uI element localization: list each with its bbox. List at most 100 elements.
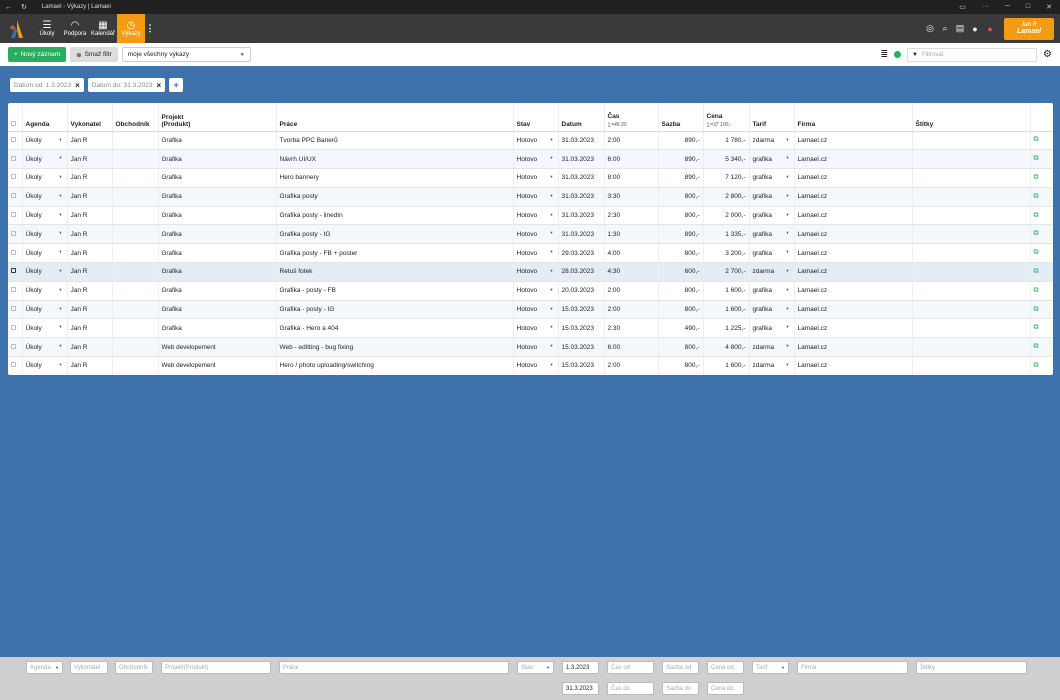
col-cas[interactable]: Čas ∑=46:30: [604, 103, 659, 132]
bottom-filter-cas-do[interactable]: Čas do: [607, 682, 654, 695]
cell-projekt[interactable]: Grafika: [158, 187, 277, 207]
cell-datum[interactable]: 15.03.2023: [558, 356, 605, 375]
cell-cena[interactable]: 7 120,-: [703, 168, 750, 188]
cell-cena[interactable]: 1 225,-: [703, 318, 750, 339]
cell-stitky[interactable]: [912, 149, 1031, 170]
cell-cas[interactable]: 4:00: [604, 243, 659, 264]
table-row[interactable]: Úkoly ▼ Jan R Grafika Retuš fotek Hotovo ▼ 28.0…: [8, 262, 1053, 282]
cell-cas[interactable]: 8:00: [604, 168, 659, 188]
bottom-filter-cena-od[interactable]: Cena od: [707, 661, 744, 674]
bottom-filter-projekt[interactable]: Projekt(Produkt): [161, 661, 271, 674]
cell-datum[interactable]: 29.03.2023: [558, 243, 605, 264]
cell-agenda[interactable]: Úkoly ▼: [22, 168, 68, 188]
copy-icon[interactable]: ⧉: [1034, 155, 1039, 162]
maximize-button[interactable]: □: [1026, 3, 1030, 11]
cell-cena[interactable]: 1 600,-: [703, 356, 750, 375]
cell-stav[interactable]: Hotovo ▼: [513, 131, 559, 151]
cell-datum[interactable]: 31.03.2023: [558, 168, 605, 188]
cell-vykonatel[interactable]: Jan R: [67, 356, 113, 375]
chat-icon[interactable]: ●: [970, 24, 980, 34]
cell-tarif[interactable]: grafika ▼: [749, 206, 795, 226]
bottom-filter-datum-od[interactable]: 1.3.2023: [562, 661, 599, 674]
bottom-filter-prace[interactable]: Práce: [279, 661, 509, 674]
select-all-checkbox[interactable]: [11, 120, 16, 126]
cell-obchodnik[interactable]: [112, 318, 159, 339]
cell-sazba[interactable]: 890,-: [658, 224, 704, 245]
cell-prace[interactable]: Tvorba PPC Banerů: [276, 131, 514, 151]
cell-cas[interactable]: 6:00: [604, 149, 659, 170]
row-select-cell[interactable]: [8, 168, 23, 188]
row-checkbox[interactable]: [11, 324, 16, 330]
cell-stav[interactable]: Hotovo ▼: [513, 224, 559, 245]
cell-vykonatel[interactable]: Jan R: [67, 318, 113, 339]
cell-vykonatel[interactable]: Jan R: [67, 243, 113, 264]
bottom-filter-vykonatel[interactable]: Vykonatel: [70, 661, 108, 674]
add-filter-button[interactable]: +: [169, 78, 184, 92]
copy-icon[interactable]: ⧉: [1034, 174, 1039, 181]
col-prace[interactable]: Práce: [276, 103, 514, 132]
cell-cas[interactable]: 2:00: [604, 131, 659, 151]
cell-prace[interactable]: Grafika - Hero a 404: [276, 318, 514, 339]
cell-datum[interactable]: 31.03.2023: [558, 224, 605, 245]
cell-stitky[interactable]: [912, 187, 1031, 207]
cell-obchodnik[interactable]: [112, 356, 159, 375]
search-icon[interactable]: ⌕: [940, 23, 950, 34]
copy-icon[interactable]: ⧉: [1034, 268, 1039, 275]
new-record-button[interactable]: + Nový záznam: [8, 47, 67, 62]
cell-agenda[interactable]: Úkoly ▼: [22, 206, 68, 226]
cell-stitky[interactable]: [912, 243, 1031, 264]
cell-agenda[interactable]: Úkoly ▼: [22, 300, 68, 320]
cell-firma[interactable]: Lamael.cz: [794, 168, 913, 188]
table-row[interactable]: Úkoly ▼ Jan R Grafika Grafika posty - linedI…: [8, 206, 1053, 226]
copy-icon[interactable]: ⧉: [1034, 343, 1039, 350]
cell-stitky[interactable]: [912, 318, 1031, 339]
cell-vykonatel[interactable]: Jan R: [67, 187, 113, 207]
cell-firma[interactable]: Lamael.cz: [794, 337, 913, 358]
cell-obchodnik[interactable]: [112, 131, 159, 151]
cell-datum[interactable]: 31.03.2023: [558, 149, 605, 170]
table-row[interactable]: Úkoly ▼ Jan R Grafika Návrh UI/UX Hotovo ▼ 31.0…: [8, 149, 1053, 170]
bottom-filter-stitky[interactable]: Štítky: [916, 661, 1027, 674]
table-row[interactable]: Úkoly ▼ Jan R Grafika Grafika posty - IG Hoto…: [8, 224, 1053, 245]
cell-tarif[interactable]: grafika ▼: [749, 243, 795, 264]
table-row[interactable]: Úkoly ▼ Jan R Grafika Grafika posty Hotovo ▼ 31…: [8, 187, 1053, 207]
cell-sazba[interactable]: 800,-: [658, 187, 704, 207]
select-all-header[interactable]: [8, 103, 23, 132]
cell-cena[interactable]: 1 600,-: [703, 281, 750, 301]
copy-icon[interactable]: ⧉: [1034, 249, 1039, 256]
cell-sazba[interactable]: 490,-: [658, 318, 704, 339]
cell-firma[interactable]: Lamael.cz: [794, 187, 913, 207]
cell-projekt[interactable]: Grafika: [158, 131, 277, 151]
cell-datum[interactable]: 15.03.2023: [558, 318, 605, 339]
cell-cas[interactable]: 2:00: [604, 300, 659, 320]
row-checkbox[interactable]: [11, 287, 16, 293]
bottom-filter-firma[interactable]: Firma: [797, 661, 908, 674]
cell-projekt[interactable]: Grafika: [158, 318, 277, 339]
row-select-cell[interactable]: [8, 206, 23, 226]
col-stitky[interactable]: Štítky: [912, 103, 1031, 132]
table-row[interactable]: Úkoly ▼ Jan R Web developement Web - edittin…: [8, 337, 1053, 358]
row-checkbox[interactable]: [11, 306, 16, 312]
col-obchodnik[interactable]: Obchodník: [112, 103, 159, 132]
cell-prace[interactable]: Grafika posty - IG: [276, 224, 514, 245]
cell-cena[interactable]: 1 600,-: [703, 300, 750, 320]
cast-icon[interactable]: ▭: [959, 3, 966, 11]
cell-firma[interactable]: Lamael.cz: [794, 281, 913, 301]
cell-cena[interactable]: 2 700,-: [703, 262, 750, 282]
cell-cas[interactable]: 2:00: [604, 356, 659, 375]
cell-tarif[interactable]: zdarma ▼: [749, 356, 795, 375]
copy-icon[interactable]: ⧉: [1034, 136, 1039, 143]
nav-item-vykazy[interactable]: ◷ Výkazy: [117, 14, 145, 43]
cell-sazba[interactable]: 890,-: [658, 131, 704, 151]
table-row[interactable]: Úkoly ▼ Jan R Web developement Hero / photo …: [8, 356, 1053, 375]
clear-filter-button[interactable]: ⊗ Smaž filtr: [70, 47, 118, 62]
table-row[interactable]: Úkoly ▼ Jan R Grafika Tvorba PPC Banerů Hotov…: [8, 131, 1053, 151]
cell-datum[interactable]: 31.03.2023: [558, 131, 605, 151]
row-select-cell[interactable]: [8, 356, 23, 375]
back-icon[interactable]: ←: [5, 4, 12, 11]
cell-projekt[interactable]: Web developement: [158, 356, 277, 375]
list-view-icon[interactable]: ≣: [880, 49, 888, 60]
row-select-cell[interactable]: [8, 224, 23, 245]
cell-datum[interactable]: 20.03.2023: [558, 281, 605, 301]
row-checkbox[interactable]: [11, 136, 16, 142]
